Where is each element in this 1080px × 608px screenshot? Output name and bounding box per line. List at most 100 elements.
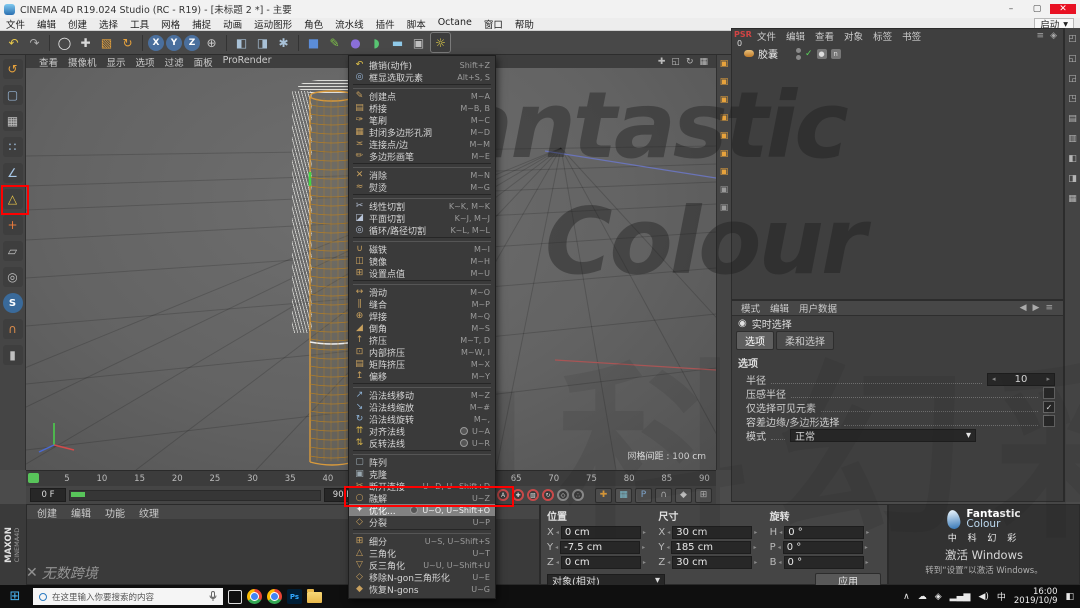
spin-left-icon[interactable]: ◂ [779,529,782,536]
position-field[interactable]: -7.5 cm [560,541,640,554]
menubar-item[interactable]: 选择 [93,17,124,31]
spin-right-icon[interactable]: ▸ [642,544,645,551]
context-menu-item[interactable]: ✦ 优化... U~O, U~Shift+O [349,504,495,516]
attribute-header-icon[interactable]: ≡ [1045,303,1053,313]
context-menu-item[interactable]: △ 三角化 U~T [349,547,495,559]
context-menu-item[interactable]: ◇ 分裂 U~P [349,516,495,528]
spin-right-icon[interactable]: ▸ [754,559,757,566]
context-menu-item[interactable]: ↘ 沿法线缩放 M~# [349,401,495,413]
toolbar-icon[interactable]: ▧ [97,33,116,52]
spin-right-icon[interactable]: ▸ [643,559,646,566]
mode-icon[interactable]: ▦ [3,111,23,131]
spin-left-icon[interactable]: ◂ [778,544,781,551]
context-menu-item[interactable]: ↗ 沿法线移动 M~Z [349,389,495,401]
mode-icon[interactable]: + [3,215,23,235]
mode-icon[interactable]: S [3,293,23,313]
viewport-menu-item[interactable]: 面板 [189,55,218,69]
menubar-item[interactable]: 网格 [155,17,186,31]
object-manager-header-icon[interactable]: ≡ [1037,31,1045,41]
position-field[interactable]: 0 cm [561,556,641,569]
toolbar-icon[interactable]: ✎ [325,33,344,52]
spin-right-icon[interactable]: ▸ [1046,375,1050,383]
command-palette-icon[interactable]: ▣ [720,131,729,141]
attribute-menu-item[interactable]: 编辑 [765,301,794,315]
context-menu-item[interactable]: ◆ 恢复N-gons U~G [349,583,495,595]
file-explorer-icon[interactable] [307,592,322,603]
context-menu-item[interactable] [353,237,491,242]
tray-icon[interactable]: ▂▄▆ [950,592,971,602]
context-menu-item[interactable]: ▽ 反三角化 U~U, U~Shift+U [349,559,495,571]
tray-icon[interactable]: 中 [997,590,1006,603]
context-menu-item[interactable]: ↔ 滑动 M~O [349,286,495,298]
radius-input[interactable]: ◂ 10 ▸ [987,373,1055,386]
slider-handle[interactable] [71,492,85,497]
task-view-icon[interactable] [228,590,242,604]
context-menu-item[interactable] [353,163,491,168]
menubar-item[interactable]: 角色 [298,17,329,31]
action-center-icon[interactable]: ◧ [1065,592,1074,602]
position-field[interactable]: 0 cm [561,526,641,539]
context-menu-item[interactable] [353,450,491,455]
toolbar-icon[interactable]: ▬ [388,33,407,52]
context-menu-item[interactable]: ∥ 缝合 M~P [349,298,495,310]
context-menu-item[interactable]: ✕ 消除 M~N [349,169,495,181]
menubar-item[interactable]: 动画 [217,17,248,31]
context-menu-item[interactable] [353,529,491,534]
view-control-icon[interactable]: ✚ [658,57,666,67]
context-menu-item[interactable] [353,194,491,199]
context-menu-item[interactable]: ≈ 熨烫 M~G [349,181,495,193]
context-menu-item[interactable]: ◪ 平面切割 K~J, M~J [349,212,495,224]
toolbar-icon[interactable]: ◗ [367,33,386,52]
spin-left-icon[interactable]: ◂ [992,375,996,383]
layout-preset-icon[interactable]: ▥ [1068,134,1077,144]
attribute-tab[interactable]: 选项 [736,331,774,350]
command-palette-icon[interactable]: ▣ [720,59,729,69]
spin-right-icon[interactable]: ▸ [753,544,756,551]
record-button[interactable]: ✚ [512,489,524,501]
context-menu-item[interactable]: ✏ 多边形画笔 M~E [349,150,495,162]
current-frame-field[interactable]: 0 F [30,488,66,502]
search-box[interactable]: 在这里输入你要搜索的内容 [33,588,223,605]
context-menu-item[interactable]: ⇈ 对齐法线 U~A [349,425,495,437]
object-manager-menu-item[interactable]: 文件 [752,29,781,43]
toolbar-icon[interactable] [298,35,299,51]
context-menu-item[interactable]: ↶ 撤销(动作) Shift+Z [349,59,495,71]
context-menu-item[interactable]: ◎ 框显选取元素 Alt+S, S [349,71,495,83]
layout-preset-icon[interactable]: ◧ [1068,154,1077,164]
context-menu-item[interactable]: ◎ 循环/路径切割 K~L, M~L [349,224,495,236]
timeline-tool-icon[interactable]: P [635,488,652,503]
context-menu-item[interactable]: ↻ 沿法线旋转 M~, [349,413,495,425]
layout-preset-icon[interactable]: ◳ [1068,94,1077,104]
object-row[interactable]: 胶囊 ✓ ● n [732,43,1063,61]
mode-icon[interactable]: ∩ [3,319,23,339]
spin-left-icon[interactable]: ◂ [666,544,669,551]
photoshop-icon[interactable]: Ps [287,589,302,604]
start-button[interactable]: ⊞ [2,589,28,604]
toolbar-icon[interactable]: Y [166,35,182,51]
context-menu-item[interactable]: ⊡ 内部挤压 M~W, I [349,346,495,358]
command-palette-icon[interactable]: ▣ [720,77,729,87]
context-menu-item[interactable]: ∪ 磁铁 M~I [349,243,495,255]
close-button[interactable]: ✕ [1050,4,1076,14]
command-palette-icon[interactable]: ▣ [720,203,729,213]
menubar-item[interactable]: Octane [432,17,478,31]
viewport-menu-item[interactable]: 选项 [131,55,160,69]
context-menu-item[interactable] [353,280,491,285]
view-control-icon[interactable]: ◱ [671,57,680,67]
layout-preset-icon[interactable]: ▤ [1068,114,1077,124]
menubar-item[interactable]: 脚本 [401,17,432,31]
toolbar-icon[interactable]: X [148,35,164,51]
toolbar-icon[interactable]: ↻ [118,33,137,52]
viewport-menu-item[interactable]: 过滤 [160,55,189,69]
toolbar-icon[interactable]: ◨ [253,33,272,52]
context-menu-item[interactable]: ✂ 线性切割 K~K, M~K [349,200,495,212]
context-menu-item[interactable]: ○ 融解 U~Z [349,492,495,504]
spin-right-icon[interactable]: ▸ [866,529,869,536]
object-manager-menu-item[interactable]: 书签 [897,29,926,43]
toolbar-icon[interactable] [142,35,143,51]
pressure-checkbox[interactable] [1043,387,1055,399]
context-menu-item[interactable]: ✂ 断开连接 U~D, U~Shift+D [349,480,495,492]
context-menu-item[interactable]: ⊞ 设置点值 M~U [349,267,495,279]
context-menu-item[interactable]: ≍ 连接点/边 M~M [349,138,495,150]
layout-preset-icon[interactable]: ◨ [1068,174,1077,184]
